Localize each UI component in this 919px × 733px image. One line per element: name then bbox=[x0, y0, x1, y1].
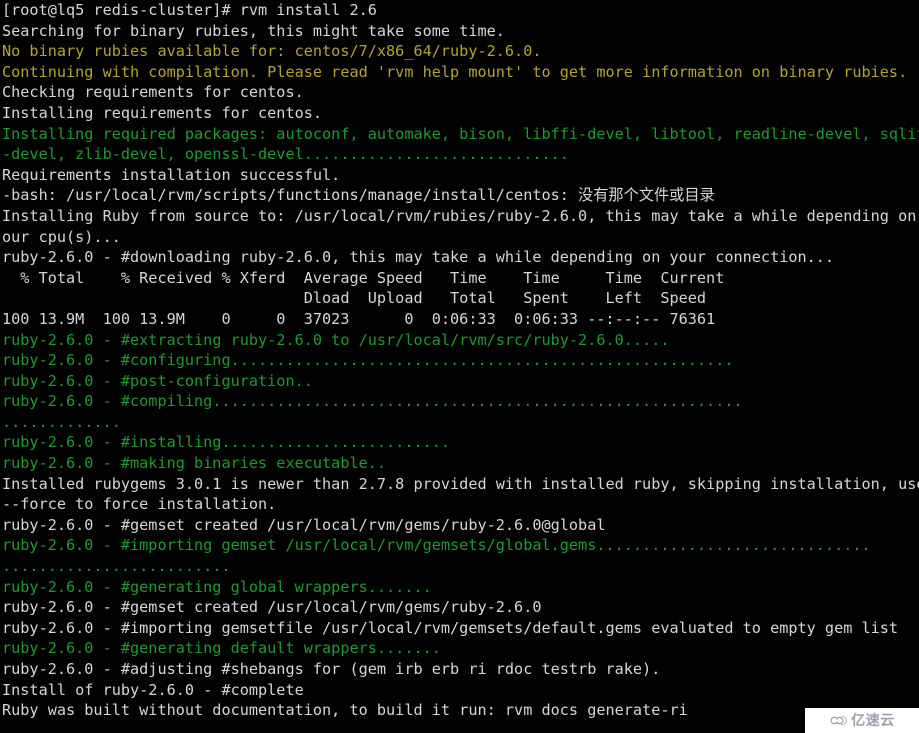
terminal-line: ruby-2.6.0 - #downloading ruby-2.6.0, th… bbox=[2, 248, 835, 267]
cloud-infinity-icon bbox=[830, 715, 848, 726]
terminal-line: % Total % Received % Xferd Average Speed… bbox=[2, 268, 725, 287]
terminal-line: ruby-2.6.0 - #gemset created /usr/local/… bbox=[2, 515, 606, 534]
terminal-line: our cpu(s)... bbox=[2, 227, 121, 246]
terminal-line: No binary rubies available for: centos/7… bbox=[2, 42, 542, 61]
terminal-line: -devel, zlib-devel, openssl-devel.......… bbox=[2, 145, 569, 164]
terminal-line: Searching for binary rubies, this might … bbox=[2, 21, 505, 40]
terminal-line: ruby-2.6.0 - #extracting ruby-2.6.0 to /… bbox=[2, 330, 670, 349]
terminal-line: Dload Upload Total Spent Left Speed bbox=[2, 289, 707, 308]
terminal-line: Checking requirements for centos. bbox=[2, 83, 304, 102]
terminal-line: ruby-2.6.0 - #making binaries executable… bbox=[2, 454, 387, 473]
terminal-line: Install of ruby-2.6.0 - #complete bbox=[2, 680, 304, 699]
terminal-output[interactable]: [root@lq5 redis-cluster]# rvm install 2.… bbox=[0, 0, 919, 733]
watermark: 亿速云 bbox=[805, 708, 919, 733]
terminal-line: ruby-2.6.0 - #adjusting #shebangs for (g… bbox=[2, 660, 661, 678]
terminal-line: ruby-2.6.0 - #generating default wrapper… bbox=[2, 639, 441, 658]
terminal-line: Installed rubygems 3.0.1 is newer than 2… bbox=[2, 474, 919, 493]
terminal-line: Installing Ruby from source to: /usr/loc… bbox=[2, 206, 919, 225]
terminal-line: ruby-2.6.0 - #installing................… bbox=[2, 433, 451, 452]
terminal-line: ruby-2.6.0 - #configuring...............… bbox=[2, 351, 734, 370]
terminal-line: ......................... bbox=[2, 557, 231, 576]
terminal-line: ruby-2.6.0 - #compiling.................… bbox=[2, 392, 743, 411]
terminal-line: Requirements installation successful. bbox=[2, 165, 341, 184]
terminal-line: ruby-2.6.0 - #importing gemset /usr/loca… bbox=[2, 536, 871, 555]
terminal-line: ruby-2.6.0 - #post-configuration.. bbox=[2, 371, 313, 390]
terminal-line: Ruby was built without documentation, to… bbox=[2, 701, 688, 720]
terminal-line: Installing requirements for centos. bbox=[2, 103, 323, 122]
terminal-line: ruby-2.6.0 - #generating global wrappers… bbox=[2, 577, 432, 596]
terminal-line: ruby-2.6.0 - #gemset created /usr/local/… bbox=[2, 598, 542, 617]
terminal-line: [root@lq5 redis-cluster]# rvm install 2.… bbox=[2, 1, 377, 19]
terminal-line: ............. bbox=[2, 412, 121, 431]
terminal-line: Continuing with compilation. Please read… bbox=[2, 62, 908, 81]
terminal-line: 100 13.9M 100 13.9M 0 0 37023 0 0:06:33 … bbox=[2, 309, 716, 328]
terminal-line: --force to force installation. bbox=[2, 495, 277, 514]
terminal-line: -bash: /usr/local/rvm/scripts/functions/… bbox=[2, 186, 715, 205]
terminal-line: ruby-2.6.0 - #importing gemsetfile /usr/… bbox=[2, 618, 899, 637]
terminal-line: Installing required packages: autoconf, … bbox=[2, 124, 919, 143]
watermark-text: 亿速云 bbox=[851, 712, 895, 729]
